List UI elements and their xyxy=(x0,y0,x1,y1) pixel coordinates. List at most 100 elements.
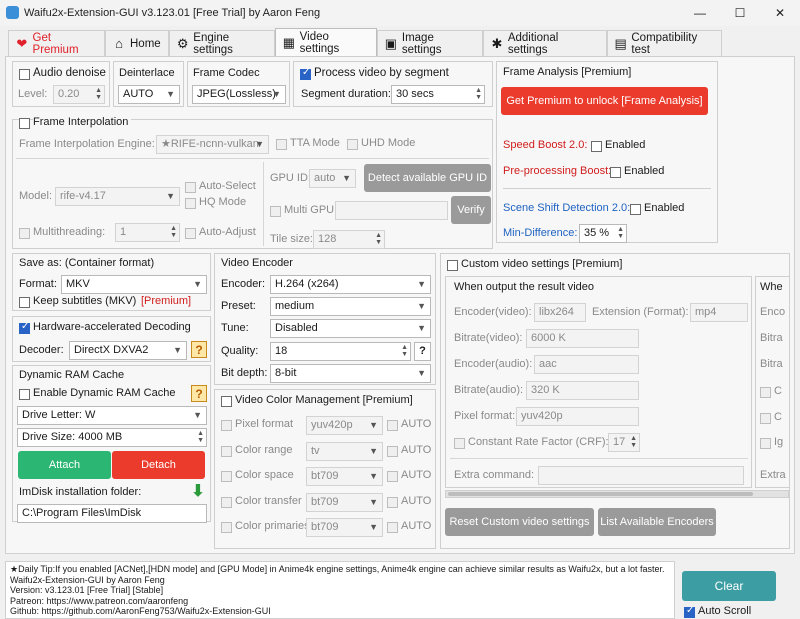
extra-command-input[interactable] xyxy=(538,466,744,485)
multithreading-input[interactable]: 1 ▲ ▼ xyxy=(115,223,180,242)
deinterlace-select[interactable]: AUTO ▼ xyxy=(118,85,180,104)
color-row-select[interactable]: yuv420p ▼ xyxy=(306,416,383,435)
encoder-select[interactable]: H.264 (x264) ▼ xyxy=(270,275,431,294)
help-icon[interactable]: ? xyxy=(191,385,207,402)
reset-custom-video-button[interactable]: Reset Custom video settings xyxy=(445,508,594,536)
color-management-checkbox[interactable] xyxy=(221,396,232,407)
clear-button[interactable]: Clear xyxy=(682,571,776,601)
tab-image-settings[interactable]: ▣ Image settings xyxy=(377,30,483,56)
uhd-mode-checkbox[interactable] xyxy=(347,139,358,150)
tab-home[interactable]: ⌂ Home xyxy=(105,30,169,56)
auto-checkbox[interactable] xyxy=(387,445,398,457)
color-row-value: yuv420p xyxy=(311,419,353,431)
minimize-button[interactable]: — xyxy=(680,0,720,26)
keep-subtitles-checkbox[interactable] xyxy=(19,297,30,308)
quality-value: 18 xyxy=(275,345,288,357)
detect-gpu-id-button[interactable]: Detect available GPU ID xyxy=(364,164,491,192)
hq-mode-checkbox[interactable] xyxy=(185,198,196,209)
auto-checkbox[interactable] xyxy=(387,420,398,431)
encoder-audio-input[interactable]: aac xyxy=(534,355,639,374)
tab-engine-settings[interactable]: ⚙ Engine settings xyxy=(169,30,275,56)
color-row-select[interactable]: bt709 ▼ xyxy=(306,492,383,512)
extension-input[interactable]: mp4 xyxy=(690,303,748,322)
color-row-checkbox[interactable] xyxy=(221,522,232,533)
auto-adjust-checkbox[interactable] xyxy=(185,228,196,239)
pixel-format-input[interactable]: yuv420p xyxy=(516,407,639,426)
color-row-select[interactable]: tv ▼ xyxy=(306,441,383,461)
interp-engine-select[interactable]: ★RIFE-ncnn-vulkan ▼ xyxy=(156,135,269,154)
tab-get-premium[interactable]: ❤ Get Premium xyxy=(8,30,105,56)
crf-checkbox[interactable] xyxy=(454,438,465,449)
bitrate-video-input[interactable]: 6000 K xyxy=(526,329,639,348)
speed-boost-checkbox[interactable] xyxy=(591,141,602,152)
color-row-checkbox[interactable] xyxy=(221,496,232,508)
auto-checkbox[interactable] xyxy=(387,471,398,482)
preset-select[interactable]: medium ▼ xyxy=(270,297,431,316)
tab-additional-settings[interactable]: ✱ Additional settings xyxy=(483,30,607,56)
format-select[interactable]: MKV ▼ xyxy=(61,275,207,294)
multithreading-checkbox[interactable] xyxy=(19,228,30,239)
min-difference-input[interactable]: 35 % ▲ ▼ xyxy=(579,224,627,243)
imdisk-folder-input[interactable]: C:\Program Files\ImDisk xyxy=(17,504,207,523)
verify-button[interactable]: Verify xyxy=(451,196,491,224)
quality-input[interactable]: 18 ▲ ▼ xyxy=(270,342,411,361)
encoder-video-input[interactable]: libx264 xyxy=(534,303,586,322)
tune-select[interactable]: Disabled ▼ xyxy=(270,319,431,338)
get-premium-unlock-button[interactable]: Get Premium to unlock [Frame Analysis] xyxy=(501,87,708,115)
scene-shift-checkbox[interactable] xyxy=(630,204,641,215)
color-row-checkbox[interactable] xyxy=(221,471,232,482)
multi-gpu-checkbox[interactable] xyxy=(270,206,281,217)
color-row-select[interactable]: bt709 ▼ xyxy=(306,467,383,486)
auto-checkbox[interactable] xyxy=(387,522,398,533)
audio-denoise-checkbox[interactable] xyxy=(19,69,30,80)
maximize-button[interactable]: ☐ xyxy=(720,0,760,26)
auto-scroll-checkbox[interactable] xyxy=(684,605,695,618)
frame-interpolation-checkbox[interactable] xyxy=(19,118,30,129)
quality-help-icon[interactable]: ? xyxy=(414,342,431,361)
list-encoders-button[interactable]: List Available Encoders xyxy=(598,508,716,536)
tta-mode-checkbox[interactable] xyxy=(276,139,287,150)
color-row-checkbox[interactable] xyxy=(221,445,232,457)
min-difference-label: Min-Difference: xyxy=(503,227,578,239)
detach-button[interactable]: Detach xyxy=(112,451,205,479)
auto-checkbox[interactable] xyxy=(387,496,398,508)
tile-size-input[interactable]: 128 ▲ ▼ xyxy=(313,230,385,249)
frame-codec-select[interactable]: JPEG(Lossless) ▼ xyxy=(192,85,286,104)
tab-compatibility-test[interactable]: ▤ Compatibility test xyxy=(607,30,722,56)
auto-select-checkbox[interactable] xyxy=(185,182,196,193)
color-row-select[interactable]: bt709 ▼ xyxy=(306,518,383,537)
gpu-id-select[interactable]: auto ▼ xyxy=(309,169,356,188)
log-line: Github: https://github.com/AaronFeng753/… xyxy=(10,606,271,616)
help-icon[interactable]: ? xyxy=(191,341,207,358)
model-select[interactable]: rife-v4.17 ▼ xyxy=(55,187,180,206)
segment-checkbox[interactable] xyxy=(300,67,311,80)
color-row-checkbox[interactable] xyxy=(221,420,232,431)
preprocessing-boost-checkbox[interactable] xyxy=(610,167,621,178)
crf-input[interactable]: 17 ▲ ▼ xyxy=(608,433,640,452)
bit-depth-select[interactable]: 8-bit ▼ xyxy=(270,364,431,383)
multi-gpu-input[interactable] xyxy=(335,201,448,220)
hw-decoding-checkbox[interactable] xyxy=(19,321,30,334)
color-row-value: bt709 xyxy=(311,470,339,482)
cut-checkbox[interactable] xyxy=(760,438,771,449)
decoder-select[interactable]: DirectX DXVA2 ▼ xyxy=(69,341,187,360)
horizontal-scrollbar[interactable] xyxy=(445,490,789,498)
cut-checkbox[interactable] xyxy=(760,387,771,398)
tab-label: Home xyxy=(130,37,161,50)
scrollbar-thumb[interactable] xyxy=(448,492,753,496)
download-icon[interactable]: ⬇ xyxy=(189,483,207,501)
cut-checkbox[interactable] xyxy=(760,413,771,424)
close-button[interactable]: ✕ xyxy=(760,0,800,26)
tune-label: Tune: xyxy=(221,322,249,334)
drive-size-input[interactable]: Drive Size: 4000 MB ▲ ▼ xyxy=(17,428,207,447)
decoder-label: Decoder: xyxy=(19,344,64,356)
level-input[interactable]: 0.20 ▲ ▼ xyxy=(53,85,105,104)
custom-video-checkbox[interactable] xyxy=(447,260,458,271)
log-output[interactable]: ★Daily Tip:If you enabled [ACNet],[HDN m… xyxy=(5,561,675,619)
tab-video-settings[interactable]: ▦ Video settings xyxy=(275,28,377,56)
segment-duration-input[interactable]: 30 secs ▲ ▼ xyxy=(391,85,485,104)
attach-button[interactable]: Attach xyxy=(18,451,111,479)
drive-letter-select[interactable]: Drive Letter: W ▼ xyxy=(17,406,207,425)
bitrate-audio-input[interactable]: 320 K xyxy=(526,381,639,400)
enable-ram-cache-checkbox[interactable] xyxy=(19,389,30,400)
